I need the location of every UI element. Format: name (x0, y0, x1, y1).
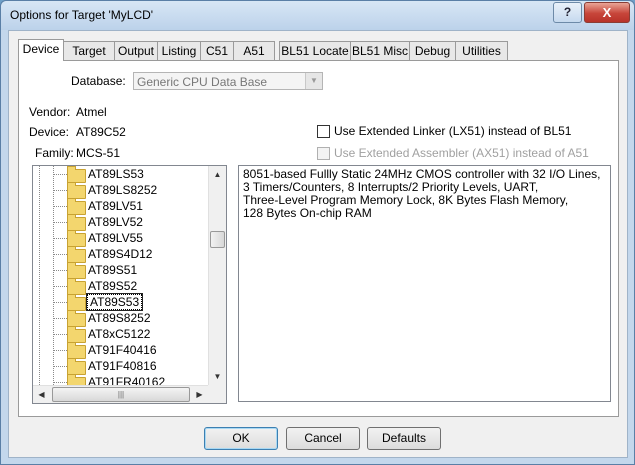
tab-listing[interactable]: Listing (157, 41, 201, 60)
tree-item[interactable]: AT89LV52 (53, 214, 213, 231)
chevron-down-icon: ▼ (305, 73, 322, 89)
tree-item[interactable]: AT89S52 (53, 278, 213, 295)
folder-icon (67, 246, 86, 263)
arrow-right-icon[interactable]: ▶ (191, 386, 208, 403)
tree-connector (39, 166, 40, 385)
dialog-body: Device Target Output Listing C51 A51 BL5… (8, 30, 628, 458)
defaults-button[interactable]: Defaults (367, 427, 441, 450)
cancel-button[interactable]: Cancel (286, 427, 360, 450)
folder-icon (67, 182, 86, 199)
tab-bl51-misc[interactable]: BL51 Misc (350, 41, 410, 60)
folder-icon (67, 294, 86, 311)
tree-item[interactable]: AT89LV55 (53, 230, 213, 247)
folder-icon (67, 166, 86, 183)
arrow-up-icon[interactable]: ▲ (209, 166, 226, 183)
tree-item[interactable]: AT89S51 (53, 262, 213, 279)
tree-item[interactable]: AT91F40816 (53, 358, 213, 375)
device-tree[interactable]: AT89LS53 AT89LS8252 AT89LV51 AT89LV52 AT… (32, 165, 227, 404)
device-description: 8051-based Fullly Static 24MHz CMOS cont… (238, 165, 611, 402)
folder-icon (67, 262, 86, 279)
tab-target[interactable]: Target (63, 41, 115, 60)
scrollbar-corner (208, 385, 226, 403)
tree-vertical-scrollbar[interactable]: ▲ ▼ (208, 166, 226, 385)
folder-icon (67, 310, 86, 327)
help-button[interactable]: ? (553, 2, 582, 23)
family-label: Family: (35, 146, 74, 160)
folder-icon (67, 326, 86, 343)
folder-icon (67, 214, 86, 231)
window-title: Options for Target 'MyLCD' (10, 8, 154, 22)
tree-item[interactable]: AT89S8252 (53, 310, 213, 327)
description-line: 128 Bytes On-chip RAM (243, 206, 372, 220)
device-value: AT89C52 (76, 125, 126, 139)
extended-linker-label[interactable]: Use Extended Linker (LX51) instead of BL… (334, 124, 571, 138)
folder-icon (67, 230, 86, 247)
device-tab-panel: Database: Generic CPU Data Base ▼ Vendor… (18, 60, 619, 417)
tab-output[interactable]: Output (114, 41, 158, 60)
tab-a51[interactable]: A51 (233, 41, 275, 60)
folder-icon (67, 358, 86, 375)
database-value: Generic CPU Data Base (137, 75, 268, 89)
scrollbar-thumb[interactable] (210, 231, 225, 248)
folder-icon (67, 198, 86, 215)
ok-button[interactable]: OK (204, 427, 278, 450)
tree-item[interactable]: AT89LV51 (53, 198, 213, 215)
family-value: MCS-51 (76, 146, 121, 160)
folder-icon (67, 278, 86, 295)
tab-device[interactable]: Device (18, 39, 64, 61)
tree-item[interactable]: AT8xC5122 (53, 326, 213, 343)
tree-item-selected[interactable]: AT89S53 (53, 293, 213, 311)
vendor-label: Vendor: (29, 105, 71, 119)
close-button[interactable]: X (584, 2, 630, 23)
tree-horizontal-scrollbar[interactable]: ◀ ||| ▶ (33, 385, 208, 403)
device-label: Device: (29, 125, 70, 139)
tree-item[interactable]: AT89LS8252 (53, 182, 213, 199)
tab-debug[interactable]: Debug (409, 41, 456, 60)
tab-utilities[interactable]: Utilities (455, 41, 508, 60)
tab-bl51-locate[interactable]: BL51 Locate (279, 41, 351, 60)
tree-item[interactable]: AT89S4D12 (53, 246, 213, 263)
title-bar[interactable]: Options for Target 'MyLCD' ? X (1, 1, 634, 30)
folder-icon (67, 342, 86, 359)
arrow-down-icon[interactable]: ▼ (209, 368, 226, 385)
arrow-left-icon[interactable]: ◀ (33, 386, 50, 403)
tree-item[interactable]: AT89LS53 (53, 166, 213, 183)
extended-linker-checkbox[interactable] (317, 125, 330, 138)
extended-assembler-checkbox (317, 147, 330, 160)
tab-c51[interactable]: C51 (200, 41, 234, 60)
options-dialog: Options for Target 'MyLCD' ? X Device Ta… (0, 0, 635, 465)
database-label: Database: (71, 74, 126, 88)
tree-item[interactable]: AT91F40416 (53, 342, 213, 359)
extended-assembler-label: Use Extended Assembler (AX51) instead of… (334, 146, 589, 160)
vendor-value: Atmel (76, 105, 107, 119)
database-select: Generic CPU Data Base ▼ (133, 72, 323, 90)
scrollbar-thumb[interactable]: ||| (52, 387, 190, 402)
